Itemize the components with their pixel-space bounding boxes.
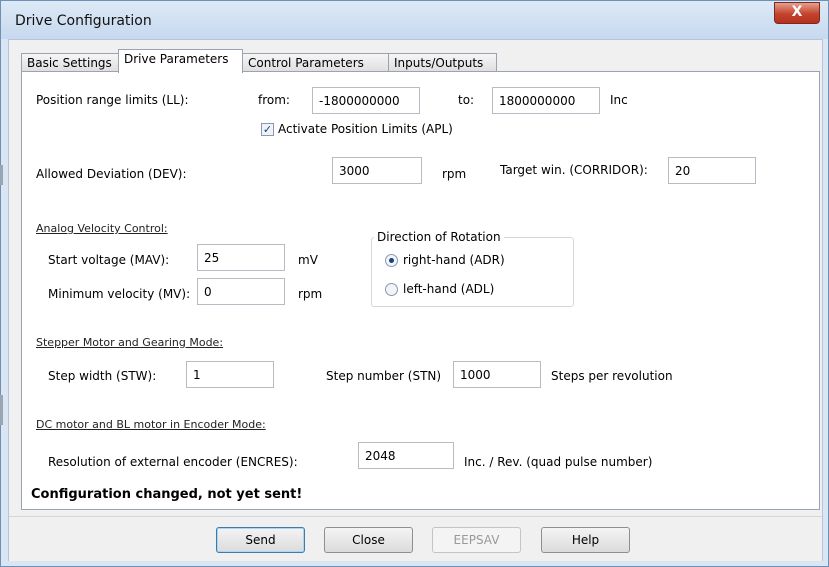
step-width-label: Step width (STW): bbox=[48, 369, 157, 383]
window-title: Drive Configuration bbox=[15, 13, 152, 29]
step-number-input[interactable] bbox=[453, 361, 541, 388]
right-hand-label[interactable]: right-hand (ADR) bbox=[403, 253, 505, 267]
dialog-window: Drive Configuration X Basic Settings Dri… bbox=[0, 0, 829, 567]
corridor-label: Target win. (CORRIDOR): bbox=[500, 163, 648, 177]
encoder-resolution-input[interactable] bbox=[358, 442, 454, 469]
background-edge-marker bbox=[0, 165, 3, 185]
drive-parameters-panel: Position range limits (LL): from: to: In… bbox=[21, 71, 820, 510]
position-from-input[interactable] bbox=[312, 87, 420, 114]
corridor-input[interactable] bbox=[668, 157, 756, 184]
close-window-button[interactable]: X bbox=[774, 2, 820, 24]
status-message: Configuration changed, not yet sent! bbox=[31, 487, 303, 502]
encoder-resolution-label: Resolution of external encoder (ENCRES): bbox=[48, 455, 298, 469]
rotation-group-title: Direction of Rotation bbox=[374, 230, 504, 244]
start-voltage-input[interactable] bbox=[197, 244, 285, 271]
dialog-client-area: Basic Settings Drive Parameters Control … bbox=[8, 39, 823, 561]
deviation-input[interactable] bbox=[332, 157, 422, 184]
background-edge-marker bbox=[0, 395, 3, 425]
analog-section-title: Analog Velocity Control: bbox=[36, 222, 168, 235]
close-icon: X bbox=[791, 4, 803, 20]
title-bar[interactable]: Drive Configuration X bbox=[1, 1, 828, 39]
stepper-section-title: Stepper Motor and Gearing Mode: bbox=[36, 336, 224, 349]
encoder-resolution-unit: Inc. / Rev. (quad pulse number) bbox=[464, 455, 653, 469]
min-velocity-input[interactable] bbox=[197, 278, 285, 305]
start-voltage-unit: mV bbox=[298, 253, 318, 267]
close-button[interactable]: Close bbox=[324, 527, 413, 553]
tab-drive-parameters[interactable]: Drive Parameters bbox=[118, 49, 243, 73]
step-width-input[interactable] bbox=[186, 361, 274, 388]
from-label: from: bbox=[258, 93, 290, 107]
position-range-label: Position range limits (LL): bbox=[36, 93, 189, 107]
position-to-input[interactable] bbox=[492, 87, 600, 114]
step-number-unit: Steps per revolution bbox=[551, 369, 673, 383]
apl-checkbox-label[interactable]: Activate Position Limits (APL) bbox=[278, 122, 453, 136]
tab-inputs-outputs[interactable]: Inputs/Outputs bbox=[388, 53, 497, 72]
help-button[interactable]: Help bbox=[541, 527, 630, 553]
checkmark-icon: ✓ bbox=[262, 123, 273, 136]
tab-control-parameters[interactable]: Control Parameters bbox=[242, 53, 389, 72]
step-number-label: Step number (STN) bbox=[326, 369, 442, 383]
to-label: to: bbox=[458, 93, 475, 107]
position-unit: Inc bbox=[610, 93, 628, 107]
button-bar: Send Close EEPSAV Help bbox=[9, 516, 822, 561]
encoder-section-title: DC motor and BL motor in Encoder Mode: bbox=[36, 418, 266, 431]
eepsav-button: EEPSAV bbox=[432, 527, 521, 553]
apl-checkbox[interactable]: ✓ bbox=[261, 123, 274, 136]
deviation-label: Allowed Deviation (DEV): bbox=[36, 167, 187, 181]
right-hand-radio[interactable] bbox=[385, 254, 398, 267]
min-velocity-label: Minimum velocity (MV): bbox=[48, 287, 191, 301]
min-velocity-unit: rpm bbox=[298, 287, 323, 301]
start-voltage-label: Start voltage (MAV): bbox=[48, 253, 170, 267]
send-button[interactable]: Send bbox=[216, 527, 305, 553]
tab-basic-settings[interactable]: Basic Settings bbox=[21, 53, 119, 72]
rotation-group bbox=[371, 237, 574, 307]
left-hand-radio[interactable] bbox=[385, 283, 398, 296]
deviation-unit: rpm bbox=[442, 167, 467, 181]
left-hand-label[interactable]: left-hand (ADL) bbox=[403, 282, 494, 296]
